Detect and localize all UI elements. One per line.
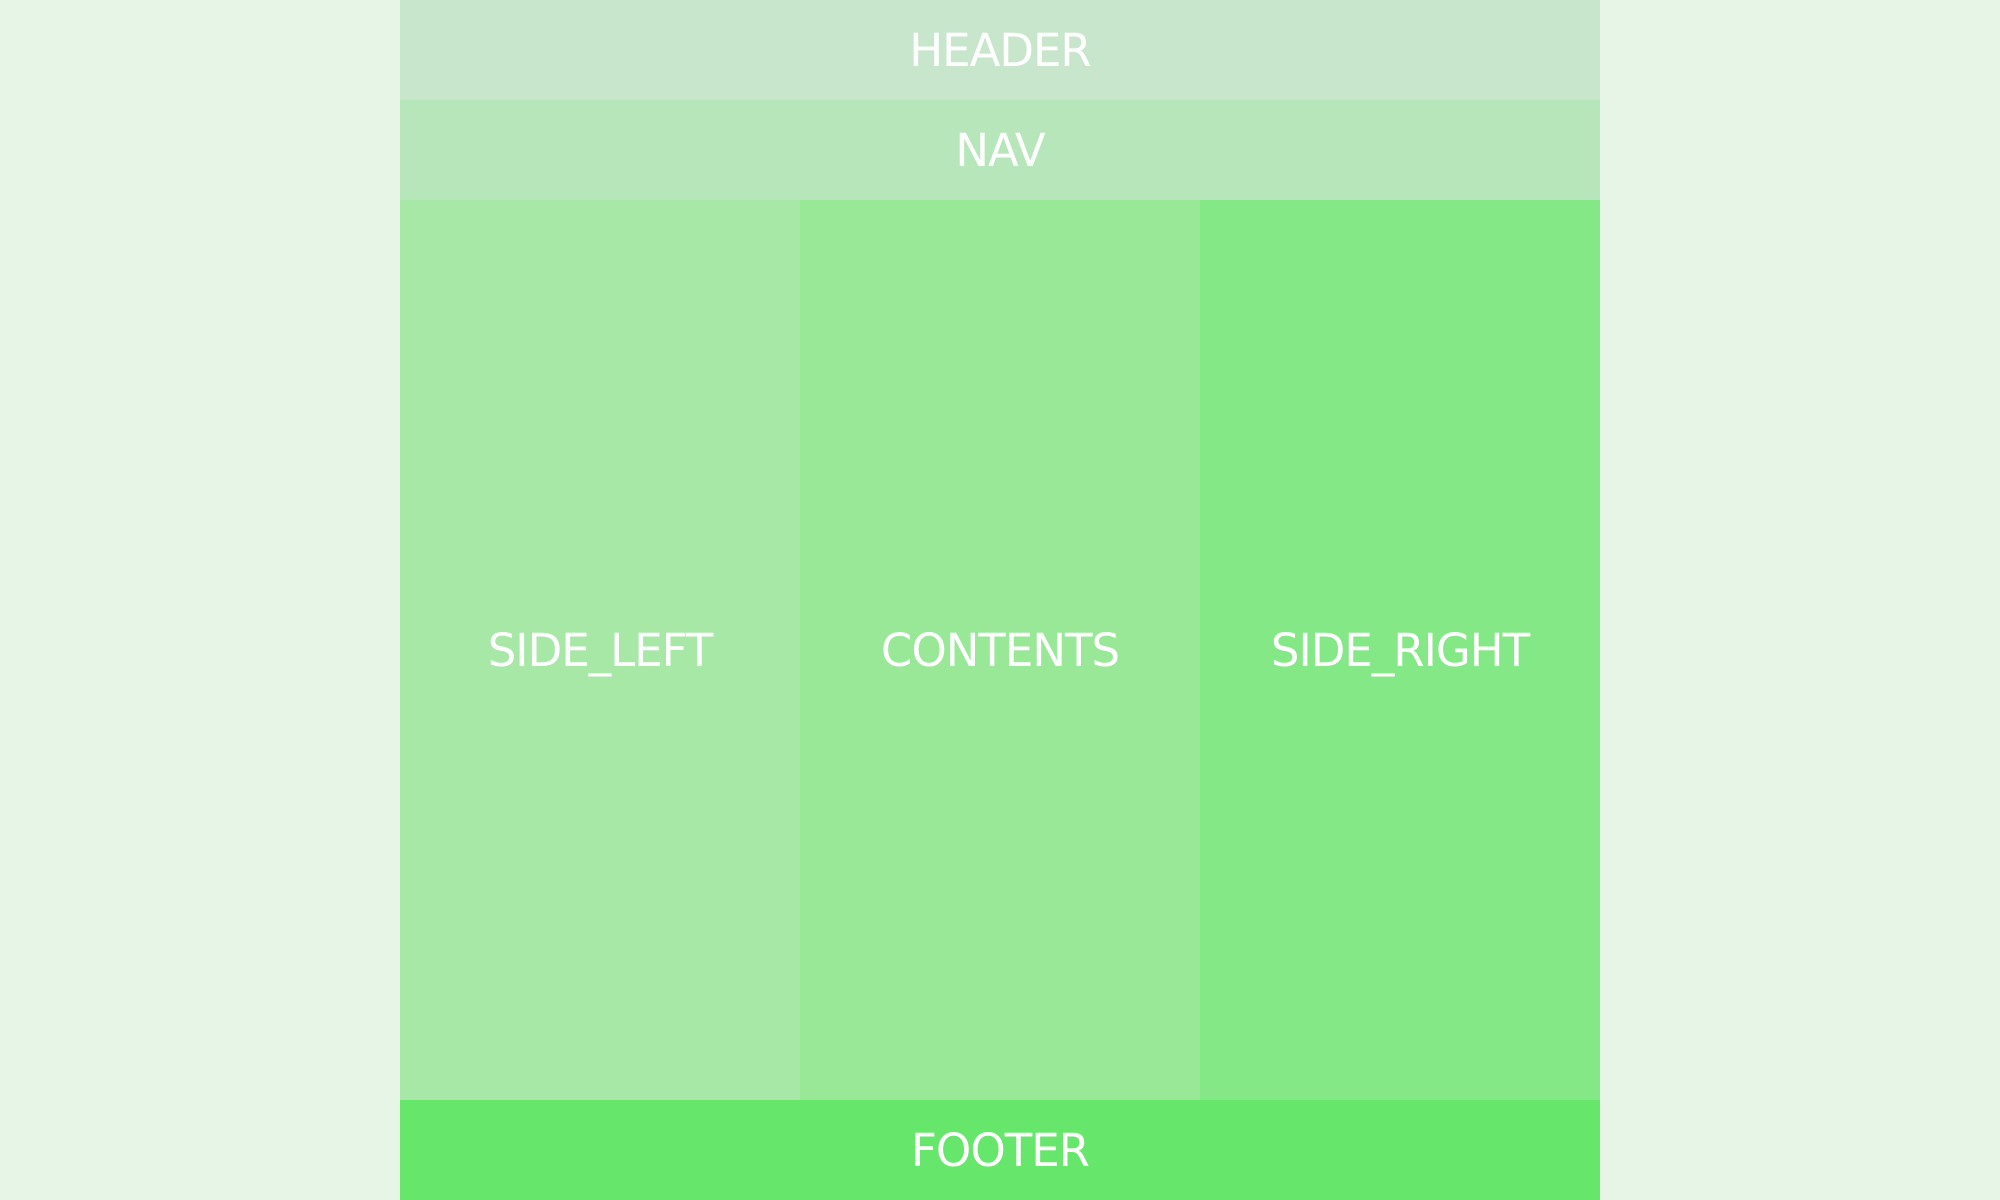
footer-region: FOOTER — [400, 1100, 1600, 1200]
layout-diagram: HEADER NAV SIDE_LEFT CONTENTS SIDE_RIGHT… — [400, 0, 1600, 1200]
footer-label: FOOTER — [911, 1123, 1090, 1177]
side-right-label: SIDE_RIGHT — [1270, 623, 1530, 677]
header-region: HEADER — [400, 0, 1600, 100]
side-left-label: SIDE_LEFT — [487, 623, 714, 677]
side-left-region: SIDE_LEFT — [400, 200, 800, 1100]
contents-label: CONTENTS — [880, 623, 1120, 677]
header-label: HEADER — [909, 23, 1091, 77]
nav-region: NAV — [400, 100, 1600, 200]
contents-region: CONTENTS — [800, 200, 1200, 1100]
side-right-region: SIDE_RIGHT — [1200, 200, 1600, 1100]
nav-label: NAV — [955, 123, 1045, 177]
